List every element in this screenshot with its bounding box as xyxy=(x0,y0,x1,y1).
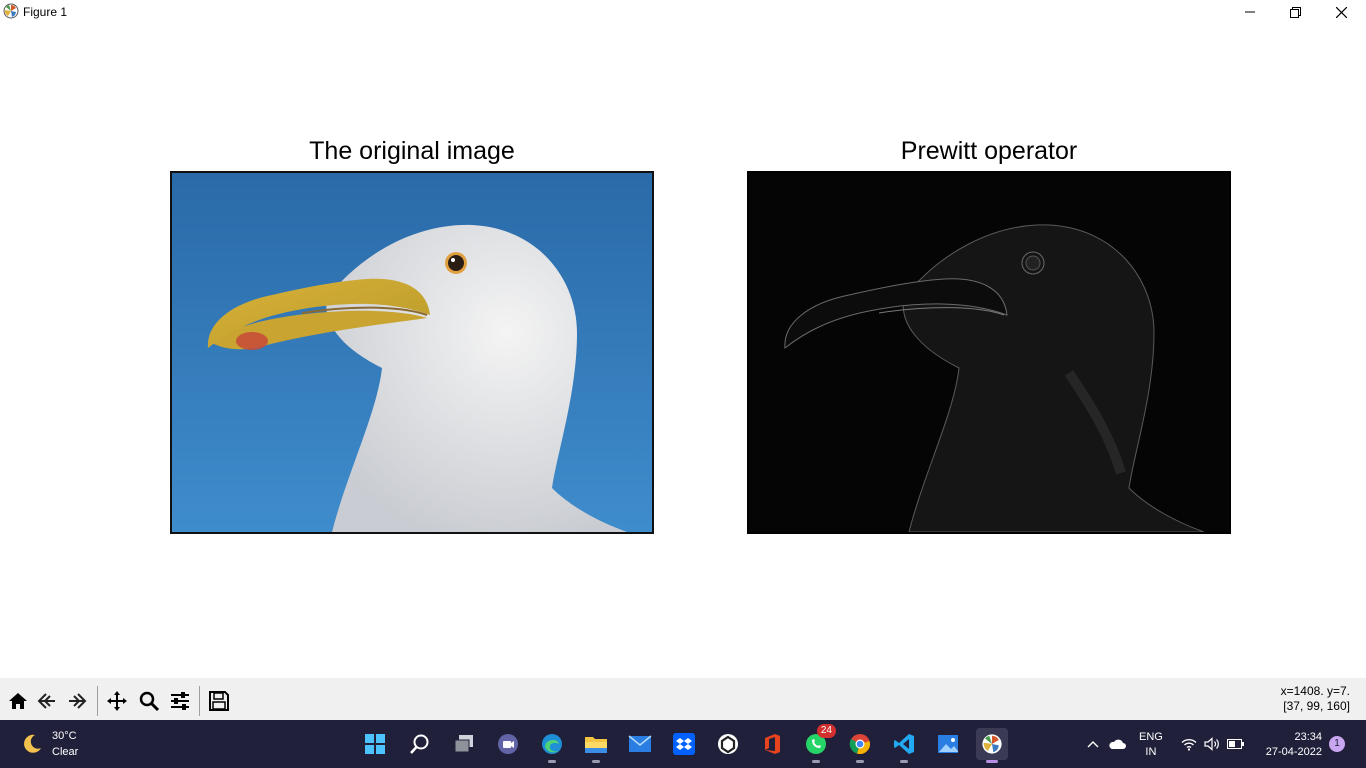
battery-button[interactable] xyxy=(1226,734,1246,754)
language-indicator[interactable]: ENG IN xyxy=(1139,730,1163,760)
mail-button[interactable] xyxy=(624,728,656,760)
coordinate-readout: x=1408. y=7. xyxy=(1280,684,1350,698)
weather-condition[interactable]: Clear xyxy=(52,746,78,758)
zoom-icon xyxy=(139,691,159,711)
start-button[interactable] xyxy=(359,728,391,760)
cloud-icon xyxy=(1109,739,1126,749)
original-image-axes[interactable] xyxy=(170,171,654,534)
running-indicator xyxy=(592,760,600,763)
photos-icon xyxy=(938,735,958,753)
running-indicator xyxy=(986,760,998,763)
app-button[interactable] xyxy=(712,728,744,760)
matplotlib-icon xyxy=(982,734,1002,754)
chat-icon xyxy=(498,734,518,754)
notification-center-button[interactable]: 1 xyxy=(1329,736,1345,752)
wifi-button[interactable] xyxy=(1179,734,1199,754)
chat-button[interactable] xyxy=(492,728,524,760)
clock-date: 27-04-2022 xyxy=(1265,746,1322,758)
moon-icon xyxy=(24,734,41,753)
notification-badge: 24 xyxy=(816,724,836,738)
clock[interactable]: 23:34 27-04-2022 xyxy=(1254,730,1322,760)
minimize-button[interactable] xyxy=(1227,0,1273,24)
axes-title-original: The original image xyxy=(309,137,515,165)
chrome-icon xyxy=(849,734,870,754)
show-hidden-icons-button[interactable] xyxy=(1083,734,1103,754)
running-indicator xyxy=(812,760,820,763)
search-icon xyxy=(410,734,429,754)
close-button[interactable] xyxy=(1318,0,1364,24)
running-indicator xyxy=(548,760,556,763)
save-icon xyxy=(208,690,229,711)
search-button[interactable] xyxy=(404,728,436,760)
pan-icon xyxy=(106,690,127,711)
speaker-icon xyxy=(1203,737,1219,751)
battery-icon xyxy=(1227,739,1244,749)
file-explorer-button[interactable] xyxy=(580,728,612,763)
language-region: IN xyxy=(1145,746,1157,758)
chrome-button[interactable] xyxy=(844,728,876,763)
clock-time: 23:34 xyxy=(1294,731,1322,743)
toolbar-separator xyxy=(97,686,98,716)
matplotlib-taskbar-button[interactable] xyxy=(976,728,1008,763)
prewitt-image-axes[interactable] xyxy=(747,171,1231,534)
pixel-value-readout: [37, 99, 160] xyxy=(1283,699,1350,713)
close-icon xyxy=(1335,6,1347,18)
wifi-icon xyxy=(1181,738,1197,751)
task-view-button[interactable] xyxy=(448,728,480,760)
configure-subplots-button[interactable] xyxy=(166,687,193,714)
language-code: ENG xyxy=(1139,731,1163,743)
window-title: Figure 1 xyxy=(23,5,68,19)
weather-temperature[interactable]: 30°C xyxy=(52,730,77,742)
cursor-coordinates: x=1408. y=7. [37, 99, 160] xyxy=(1281,684,1350,714)
start-icon xyxy=(365,734,385,754)
task-view-icon xyxy=(454,735,473,753)
edge-button[interactable] xyxy=(536,728,568,763)
volume-button[interactable] xyxy=(1202,734,1222,754)
home-icon xyxy=(8,692,27,709)
office-button[interactable] xyxy=(756,728,788,760)
chevron-up-icon xyxy=(1087,741,1099,748)
toolbar-separator xyxy=(199,686,200,716)
onedrive-button[interactable] xyxy=(1107,734,1127,754)
back-icon xyxy=(37,692,55,709)
mail-icon xyxy=(628,735,652,752)
restore-icon xyxy=(1289,6,1301,18)
file-explorer-icon xyxy=(585,737,607,753)
window-title-bar: Figure 1 xyxy=(0,0,1366,24)
running-indicator xyxy=(900,760,908,763)
axes-title-prewitt: Prewitt operator xyxy=(900,137,1078,165)
pan-button[interactable] xyxy=(103,687,130,714)
forward-button[interactable] xyxy=(63,687,90,714)
original-image xyxy=(172,173,652,532)
whatsapp-button[interactable]: 24 xyxy=(800,724,836,763)
configure-subplots-icon xyxy=(170,691,189,710)
prewitt-image xyxy=(749,173,1229,532)
forward-icon xyxy=(68,692,86,709)
back-button[interactable] xyxy=(33,687,60,714)
figure-canvas[interactable]: The original image Prewitt operator xyxy=(0,24,1366,678)
zoom-button[interactable] xyxy=(135,687,162,714)
office-icon xyxy=(765,734,780,754)
save-button[interactable] xyxy=(205,687,232,714)
app-icon xyxy=(718,734,738,754)
running-indicator xyxy=(856,760,864,763)
vscode-button[interactable] xyxy=(888,728,920,763)
windows-taskbar: 30°C Clear 24 ENG IN 23:34 27-04-2022 1 xyxy=(0,720,1366,768)
restore-button[interactable] xyxy=(1272,0,1318,24)
dropbox-icon xyxy=(673,733,695,755)
home-button[interactable] xyxy=(4,687,31,714)
matplotlib-icon xyxy=(3,3,19,19)
photos-button[interactable] xyxy=(932,728,964,760)
vscode-icon xyxy=(894,734,914,754)
edge-icon xyxy=(542,734,562,754)
dropbox-button[interactable] xyxy=(668,728,700,760)
minimize-icon xyxy=(1245,11,1255,13)
matplotlib-toolbar: x=1408. y=7. [37, 99, 160] xyxy=(0,678,1366,720)
